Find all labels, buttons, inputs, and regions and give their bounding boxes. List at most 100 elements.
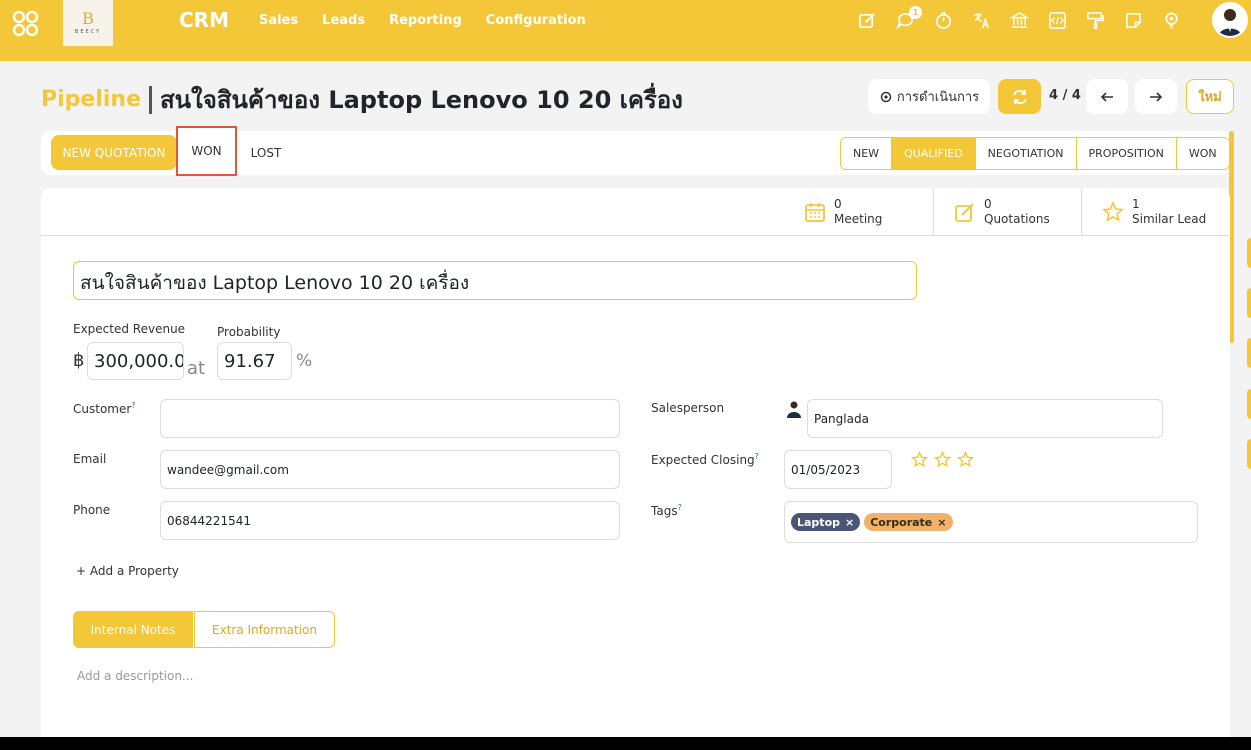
add-property-button[interactable]: + Add a Property	[76, 564, 179, 578]
arrow-right-icon	[1150, 91, 1163, 102]
menu-sales[interactable]: Sales	[259, 13, 298, 28]
menu-configuration[interactable]: Configuration	[486, 13, 586, 28]
tag-laptop[interactable]: Laptop ×	[791, 513, 861, 531]
star-icon	[1102, 201, 1124, 222]
customer-input[interactable]	[160, 399, 620, 438]
side-rail-tab-3[interactable]	[1247, 338, 1251, 368]
meeting-label: Meeting	[834, 212, 883, 226]
bottom-bar	[0, 737, 1251, 750]
add-property-label: Add a Property	[89, 564, 179, 578]
tag-corporate[interactable]: Corporate ×	[864, 513, 953, 531]
side-rail-tab-1[interactable]	[1247, 238, 1251, 268]
stage-qualified[interactable]: QUALIFIED	[892, 138, 976, 169]
code-icon[interactable]	[1048, 11, 1067, 30]
customer-label-text: Customer	[73, 402, 132, 416]
expected-revenue-input[interactable]: 300,000.00	[87, 342, 184, 380]
side-rail-tab-5[interactable]	[1247, 439, 1251, 469]
stage-negotiation[interactable]: NEGOTIATION	[975, 138, 1077, 169]
phone-input[interactable]: 06844221541	[160, 501, 620, 540]
next-record-button[interactable]	[1135, 79, 1177, 114]
email-input[interactable]: wandee@gmail.com	[160, 450, 620, 489]
side-rail-tab-4[interactable]	[1247, 389, 1251, 419]
new-quotation-button[interactable]: NEW QUOTATION	[51, 135, 177, 170]
edit-note-icon[interactable]	[858, 11, 877, 30]
expected-closing-input[interactable]: 01/05/2023	[784, 450, 892, 489]
expected-closing-label: Expected Closing?	[651, 452, 759, 467]
expected-closing-label-text: Expected Closing	[651, 453, 755, 467]
tags-input[interactable]: Laptop × Corporate ×	[784, 501, 1198, 543]
side-rail-tab-2[interactable]	[1247, 288, 1251, 318]
top-navbar: B BEECY CRM Sales Leads Reporting Config…	[0, 0, 1251, 61]
bank-icon[interactable]	[1010, 11, 1029, 30]
actions-label: การดำเนินการ	[896, 90, 980, 105]
breadcrumb-separator	[149, 85, 152, 114]
calendar-icon	[805, 203, 825, 222]
previous-record-button[interactable]	[1086, 79, 1128, 114]
stopwatch-icon[interactable]	[934, 11, 953, 30]
tags-help-icon[interactable]: ?	[678, 503, 682, 512]
mark-won-button[interactable]: WON	[176, 126, 237, 176]
apps-menu-icon[interactable]	[12, 9, 40, 37]
expected-closing-help-icon[interactable]: ?	[755, 452, 759, 461]
email-label: Email	[73, 452, 107, 466]
tags-label: Tags?	[651, 503, 682, 518]
meeting-smart-button[interactable]: 0 Meeting	[784, 188, 934, 236]
logo-letter: B	[82, 9, 94, 28]
arrow-left-icon	[1100, 91, 1113, 102]
customer-help-icon[interactable]: ?	[131, 401, 135, 410]
tab-extra-information[interactable]: Extra Information	[194, 611, 335, 648]
expected-revenue-label: Expected Revenue	[73, 322, 186, 336]
user-avatar-icon	[1219, 9, 1241, 36]
quotations-label: Quotations	[984, 212, 1050, 226]
tag-corporate-label: Corporate	[870, 515, 933, 529]
priority-star-icon-1[interactable]	[911, 451, 928, 468]
tag-corporate-remove-icon[interactable]: ×	[937, 516, 946, 529]
similar-lead-smart-button[interactable]: 1 Similar Lead	[1081, 188, 1230, 236]
customer-label: Customer?	[73, 401, 136, 416]
new-record-button[interactable]: ใหม่	[1186, 79, 1234, 114]
user-avatar[interactable]	[1212, 2, 1248, 38]
breadcrumb-pipeline[interactable]: Pipeline	[41, 87, 141, 112]
probability-label: Probability	[217, 325, 281, 339]
chat-button[interactable]: 1	[895, 6, 922, 30]
page-title: สนใจสินค้าของ Laptop Lenovo 10 20 เครื่อ…	[160, 86, 683, 114]
salesperson-avatar-icon	[787, 401, 801, 418]
translate-icon[interactable]	[972, 11, 991, 30]
sync-button[interactable]	[998, 79, 1041, 114]
gear-icon	[880, 91, 892, 102]
meeting-count: 0	[834, 197, 842, 211]
tags-label-text: Tags	[651, 504, 678, 518]
quotations-smart-button[interactable]: 0 Quotations	[933, 188, 1081, 236]
salesperson-input[interactable]: Panglada	[807, 399, 1163, 438]
logo-text: BEECY	[74, 29, 102, 35]
form-sheet: 0 Meeting 0 Quotations 1 Similar Lead สน…	[41, 188, 1230, 750]
phone-label: Phone	[73, 503, 111, 517]
tab-internal-notes[interactable]: Internal Notes	[73, 611, 193, 648]
tag-laptop-remove-icon[interactable]: ×	[845, 516, 854, 529]
salesperson-label: Salesperson	[651, 401, 725, 415]
menu-leads[interactable]: Leads	[322, 13, 365, 28]
at-label: at	[187, 358, 206, 379]
stage-new[interactable]: NEW	[841, 138, 893, 169]
priority-star-icon-2[interactable]	[934, 451, 951, 468]
probability-input[interactable]: 91.67	[217, 342, 292, 380]
description-input[interactable]: Add a description...	[77, 669, 193, 683]
lightbulb-icon[interactable]	[1162, 11, 1181, 30]
paint-roller-icon[interactable]	[1086, 11, 1105, 30]
sticky-note-icon[interactable]	[1124, 11, 1143, 30]
similar-lead-label: Similar Lead	[1132, 212, 1207, 226]
breadcrumb: Pipeline สนใจสินค้าของ Laptop Lenovo 10 …	[41, 80, 683, 119]
lead-title-input[interactable]: สนใจสินค้าของ Laptop Lenovo 10 20 เครื่อ…	[73, 261, 917, 300]
menu-reporting[interactable]: Reporting	[389, 13, 462, 28]
company-logo[interactable]: B BEECY	[63, 0, 113, 46]
stage-won[interactable]: WON	[1176, 138, 1229, 169]
actions-button[interactable]: การดำเนินการ	[868, 79, 990, 114]
stage-proposition[interactable]: PROPOSITION	[1076, 138, 1177, 169]
pager-value[interactable]: 4 / 4	[1049, 88, 1081, 103]
mark-lost-button[interactable]: LOST	[245, 135, 287, 170]
edit-icon	[955, 203, 974, 222]
priority-star-icon-3[interactable]	[957, 451, 974, 468]
main-menu: Sales Leads Reporting Configuration	[259, 13, 586, 28]
app-brand[interactable]: CRM	[179, 8, 229, 32]
plus-icon: +	[76, 564, 87, 578]
